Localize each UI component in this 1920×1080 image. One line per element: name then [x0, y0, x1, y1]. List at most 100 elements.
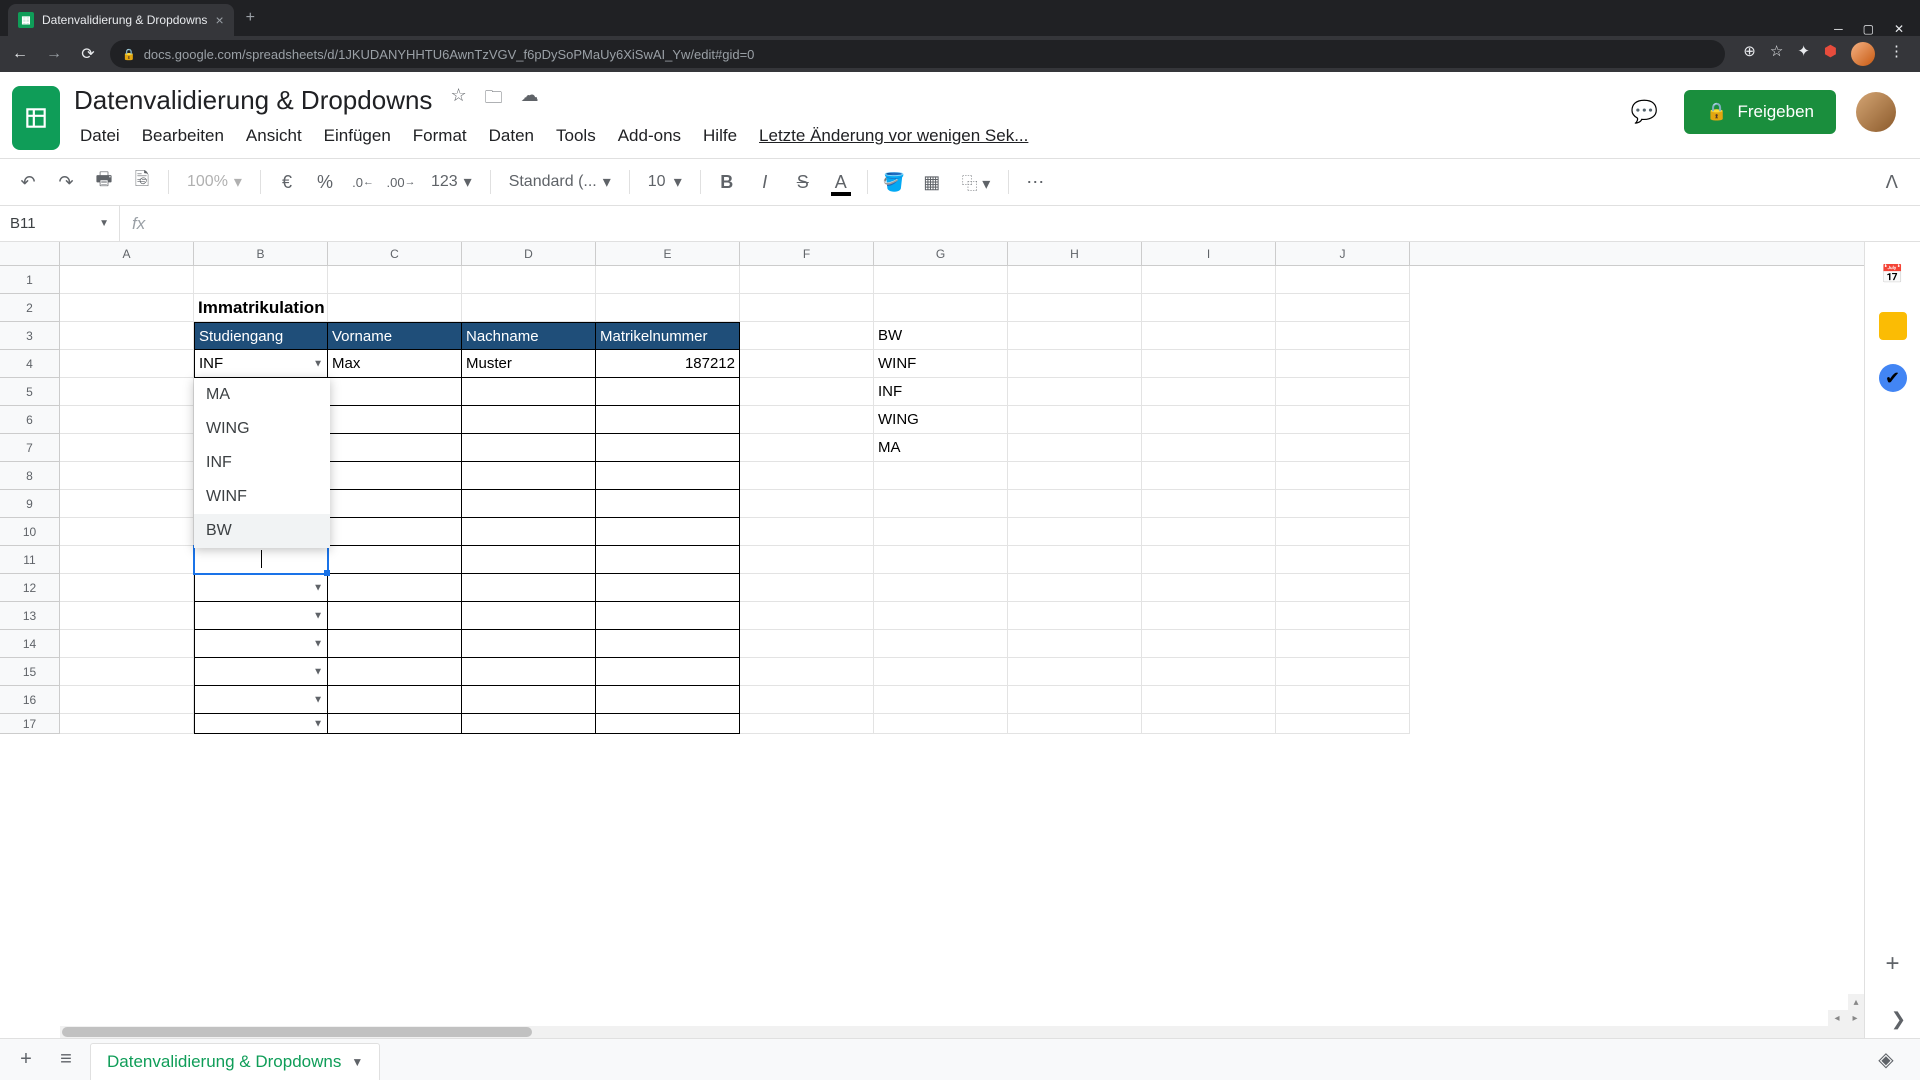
chevron-down-icon[interactable]: ▼ [313, 610, 323, 621]
zoom-select[interactable]: 100% ▾ [179, 172, 250, 192]
dropdown-cell[interactable]: ▼ [194, 574, 328, 602]
minimize-icon[interactable]: ─ [1834, 22, 1843, 36]
row-header[interactable]: 13 [0, 602, 60, 630]
row-header[interactable]: 11 [0, 546, 60, 574]
chevron-down-icon[interactable]: ▼ [313, 638, 323, 649]
forward-button[interactable]: → [42, 45, 66, 63]
row-header[interactable]: 2 [0, 294, 60, 322]
cell[interactable]: Muster [462, 350, 596, 378]
maximize-icon[interactable]: ▢ [1863, 22, 1874, 36]
new-tab-button[interactable]: + [234, 9, 267, 27]
menu-data[interactable]: Daten [479, 122, 544, 150]
name-box[interactable]: B11 ▼ [0, 206, 120, 241]
cell[interactable]: 187212 [596, 350, 740, 378]
chevron-down-icon[interactable]: ▼ [313, 666, 323, 677]
menu-help[interactable]: Hilfe [693, 122, 747, 150]
redo-button[interactable]: ↷ [50, 166, 82, 198]
spreadsheet-grid[interactable]: A B C D E F G H I J 1 2Immatrikulation [0, 242, 1864, 1038]
col-header[interactable]: E [596, 242, 740, 265]
add-addon-button[interactable]: + [1885, 950, 1899, 978]
table-header[interactable]: Nachname [462, 322, 596, 350]
row-header[interactable]: 12 [0, 574, 60, 602]
paint-format-button[interactable]: 🗟 [126, 166, 158, 198]
dropdown-cell[interactable]: INF▼ [194, 350, 328, 378]
row-header[interactable]: 6 [0, 406, 60, 434]
url-field[interactable]: 🔒 docs.google.com/spreadsheets/d/1JKUDAN… [110, 40, 1725, 68]
text-color-button[interactable]: A [825, 166, 857, 198]
menu-format[interactable]: Format [403, 122, 477, 150]
col-header[interactable]: I [1142, 242, 1276, 265]
row-header[interactable]: 16 [0, 686, 60, 714]
add-sheet-button[interactable]: + [10, 1044, 42, 1076]
borders-button[interactable]: ▦ [916, 166, 948, 198]
expand-side-panel-icon[interactable]: ❯ [1891, 1009, 1906, 1030]
dropdown-option[interactable]: WINF [194, 480, 330, 514]
menu-tools[interactable]: Tools [546, 122, 606, 150]
dropdown-option[interactable]: BW [194, 514, 330, 548]
cell[interactable]: INF [874, 378, 1008, 406]
last-edit-link[interactable]: Letzte Änderung vor wenigen Sek... [749, 122, 1038, 150]
merge-cells-button[interactable]: ⿻ ▾ [954, 170, 998, 194]
row-header[interactable]: 15 [0, 658, 60, 686]
sheets-logo[interactable] [12, 86, 60, 150]
increase-decimal-button[interactable]: .00→ [385, 166, 417, 198]
col-header[interactable]: G [874, 242, 1008, 265]
col-header[interactable]: H [1008, 242, 1142, 265]
dropdown-cell[interactable]: ▼ [194, 630, 328, 658]
back-button[interactable]: ← [8, 45, 32, 63]
number-format-select[interactable]: 123▾ [423, 172, 480, 192]
row-header[interactable]: 5 [0, 378, 60, 406]
collapse-toolbar-button[interactable]: ᐱ [1886, 172, 1908, 193]
font-size-select[interactable]: 10 ▾ [640, 172, 690, 192]
row-header[interactable]: 17 [0, 714, 60, 734]
cell[interactable]: BW [874, 322, 1008, 350]
col-header[interactable]: D [462, 242, 596, 265]
account-avatar[interactable] [1856, 92, 1896, 132]
chevron-down-icon[interactable]: ▼ [313, 582, 323, 593]
reload-button[interactable]: ⟳ [76, 44, 100, 64]
col-header[interactable]: C [328, 242, 462, 265]
percent-button[interactable]: % [309, 166, 341, 198]
dropdown-option[interactable]: MA [194, 378, 330, 412]
strikethrough-button[interactable]: S [787, 166, 819, 198]
dropdown-option[interactable]: INF [194, 446, 330, 480]
cell[interactable]: Max [328, 350, 462, 378]
currency-button[interactable]: € [271, 166, 303, 198]
row-header[interactable]: 9 [0, 490, 60, 518]
calendar-icon[interactable]: 📅 [1879, 260, 1907, 288]
doc-title[interactable]: Datenvalidierung & Dropdowns [70, 83, 436, 118]
row-header[interactable]: 4 [0, 350, 60, 378]
col-header[interactable]: A [60, 242, 194, 265]
menu-addons[interactable]: Add-ons [608, 122, 691, 150]
sheet-tab[interactable]: Datenvalidierung & Dropdowns ▼ [90, 1043, 380, 1080]
dropdown-cell[interactable]: ▼ [194, 686, 328, 714]
row-header[interactable]: 3 [0, 322, 60, 350]
col-header[interactable]: J [1276, 242, 1410, 265]
dropdown-option[interactable]: WING [194, 412, 330, 446]
fill-color-button[interactable]: 🪣 [878, 166, 910, 198]
comments-button[interactable]: 💬 [1624, 92, 1664, 132]
chevron-down-icon[interactable]: ▼ [313, 694, 323, 705]
chevron-down-icon[interactable]: ▼ [313, 718, 323, 729]
star-icon[interactable]: ☆ [450, 85, 466, 115]
validation-dropdown[interactable]: MA WING INF WINF BW [194, 378, 330, 548]
menu-view[interactable]: Ansicht [236, 122, 312, 150]
cell[interactable]: WINF [874, 350, 1008, 378]
cloud-status-icon[interactable]: ☁ [521, 85, 539, 115]
dropdown-cell[interactable]: ▼ [194, 658, 328, 686]
italic-button[interactable]: I [749, 166, 781, 198]
active-cell[interactable] [194, 546, 328, 574]
browser-tab[interactable]: ▦ Datenvalidierung & Dropdowns × [8, 4, 234, 36]
menu-file[interactable]: Datei [70, 122, 130, 150]
menu-insert[interactable]: Einfügen [314, 122, 401, 150]
more-toolbar-button[interactable]: ⋯ [1019, 166, 1051, 198]
table-header[interactable]: Matrikelnummer [596, 322, 740, 350]
horizontal-scrollbar[interactable] [60, 1026, 1864, 1038]
tab-close-icon[interactable]: × [215, 12, 223, 28]
explore-button[interactable]: ◈ [1870, 1044, 1902, 1076]
dropdown-cell[interactable]: ▼ [194, 602, 328, 630]
row-header[interactable]: 10 [0, 518, 60, 546]
decrease-decimal-button[interactable]: .0← [347, 166, 379, 198]
share-button[interactable]: 🔒 Freigeben [1684, 90, 1836, 134]
table-header[interactable]: Vorname [328, 322, 462, 350]
